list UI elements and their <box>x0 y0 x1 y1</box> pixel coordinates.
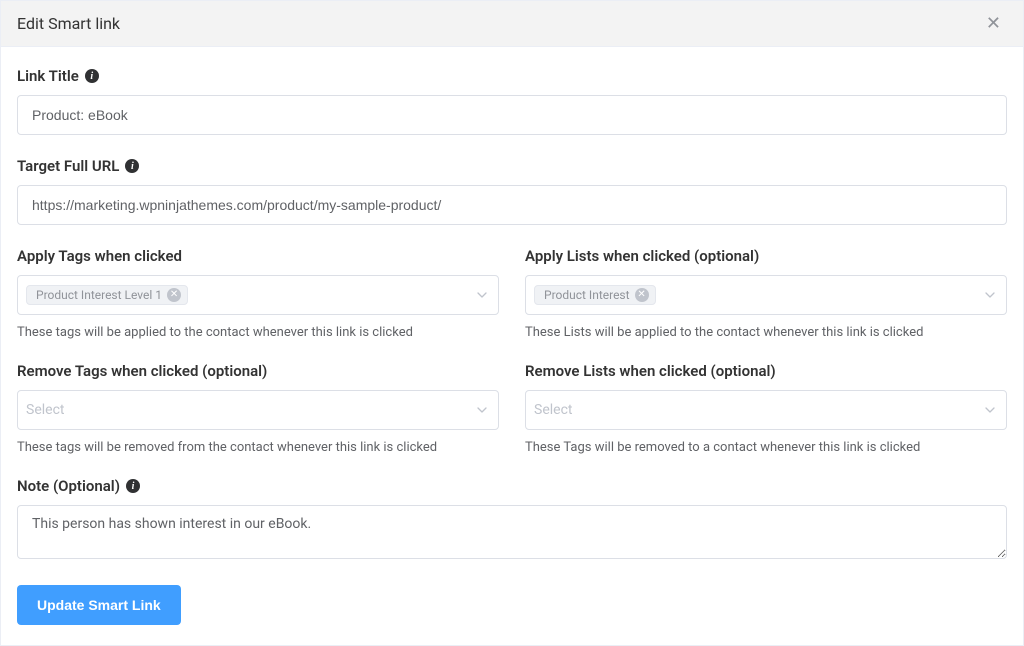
remove-lists-helper: These Tags will be removed to a contact … <box>525 440 1007 455</box>
apply-tags-col: Apply Tags when clicked Product Interest… <box>17 247 499 340</box>
tag-chip: Product Interest ✕ <box>534 285 656 305</box>
link-title-input[interactable] <box>17 95 1007 135</box>
remove-tags-col: Remove Tags when clicked (optional) Sele… <box>17 362 499 455</box>
note-label: Note (Optional) <box>17 477 120 495</box>
remove-lists-label: Remove Lists when clicked (optional) <box>525 362 1007 380</box>
target-url-label-row: Target Full URL i <box>17 157 1007 175</box>
tag-chip: Product Interest Level 1 ✕ <box>26 285 188 305</box>
remove-row: Remove Tags when clicked (optional) Sele… <box>17 362 1007 455</box>
tag-chip-label: Product Interest Level 1 <box>36 288 162 302</box>
modal-body: Link Title i Target Full URL i Apply Tag… <box>1 47 1023 645</box>
remove-tags-select[interactable]: Select <box>17 390 499 430</box>
link-title-label-row: Link Title i <box>17 67 1007 85</box>
apply-lists-label: Apply Lists when clicked (optional) <box>525 247 1007 265</box>
note-group: Note (Optional) i <box>17 477 1007 563</box>
edit-smart-link-modal: Edit Smart link ✕ Link Title i Target Fu… <box>0 0 1024 646</box>
remove-lists-col: Remove Lists when clicked (optional) Sel… <box>525 362 1007 455</box>
apply-lists-select[interactable]: Product Interest ✕ <box>525 275 1007 315</box>
modal-header: Edit Smart link ✕ <box>1 1 1023 47</box>
remove-tags-label: Remove Tags when clicked (optional) <box>17 362 499 380</box>
chevron-down-icon <box>984 404 996 416</box>
tag-remove-icon[interactable]: ✕ <box>167 288 181 302</box>
modal-title: Edit Smart link <box>17 14 120 33</box>
info-icon: i <box>125 159 139 173</box>
link-title-group: Link Title i <box>17 67 1007 135</box>
note-label-row: Note (Optional) i <box>17 477 1007 495</box>
apply-row: Apply Tags when clicked Product Interest… <box>17 247 1007 340</box>
chevron-down-icon <box>476 289 488 301</box>
target-url-group: Target Full URL i <box>17 157 1007 225</box>
tag-chip-label: Product Interest <box>544 288 630 302</box>
remove-lists-select[interactable]: Select <box>525 390 1007 430</box>
apply-tags-label: Apply Tags when clicked <box>17 247 499 265</box>
target-url-label: Target Full URL <box>17 157 119 175</box>
update-smart-link-button[interactable]: Update Smart Link <box>17 585 181 625</box>
info-icon: i <box>126 479 140 493</box>
close-button[interactable]: ✕ <box>980 11 1007 36</box>
apply-tags-select[interactable]: Product Interest Level 1 ✕ <box>17 275 499 315</box>
select-placeholder: Select <box>26 402 64 418</box>
target-url-input[interactable] <box>17 185 1007 225</box>
apply-lists-col: Apply Lists when clicked (optional) Prod… <box>525 247 1007 340</box>
link-title-label: Link Title <box>17 67 79 85</box>
chevron-down-icon <box>984 289 996 301</box>
tag-remove-icon[interactable]: ✕ <box>635 288 649 302</box>
note-textarea[interactable] <box>17 505 1007 559</box>
info-icon: i <box>85 69 99 83</box>
remove-tags-helper: These tags will be removed from the cont… <box>17 440 499 455</box>
select-placeholder: Select <box>534 402 572 418</box>
apply-lists-helper: These Lists will be applied to the conta… <box>525 325 1007 340</box>
apply-tags-helper: These tags will be applied to the contac… <box>17 325 499 340</box>
close-icon: ✕ <box>986 13 1001 33</box>
chevron-down-icon <box>476 404 488 416</box>
